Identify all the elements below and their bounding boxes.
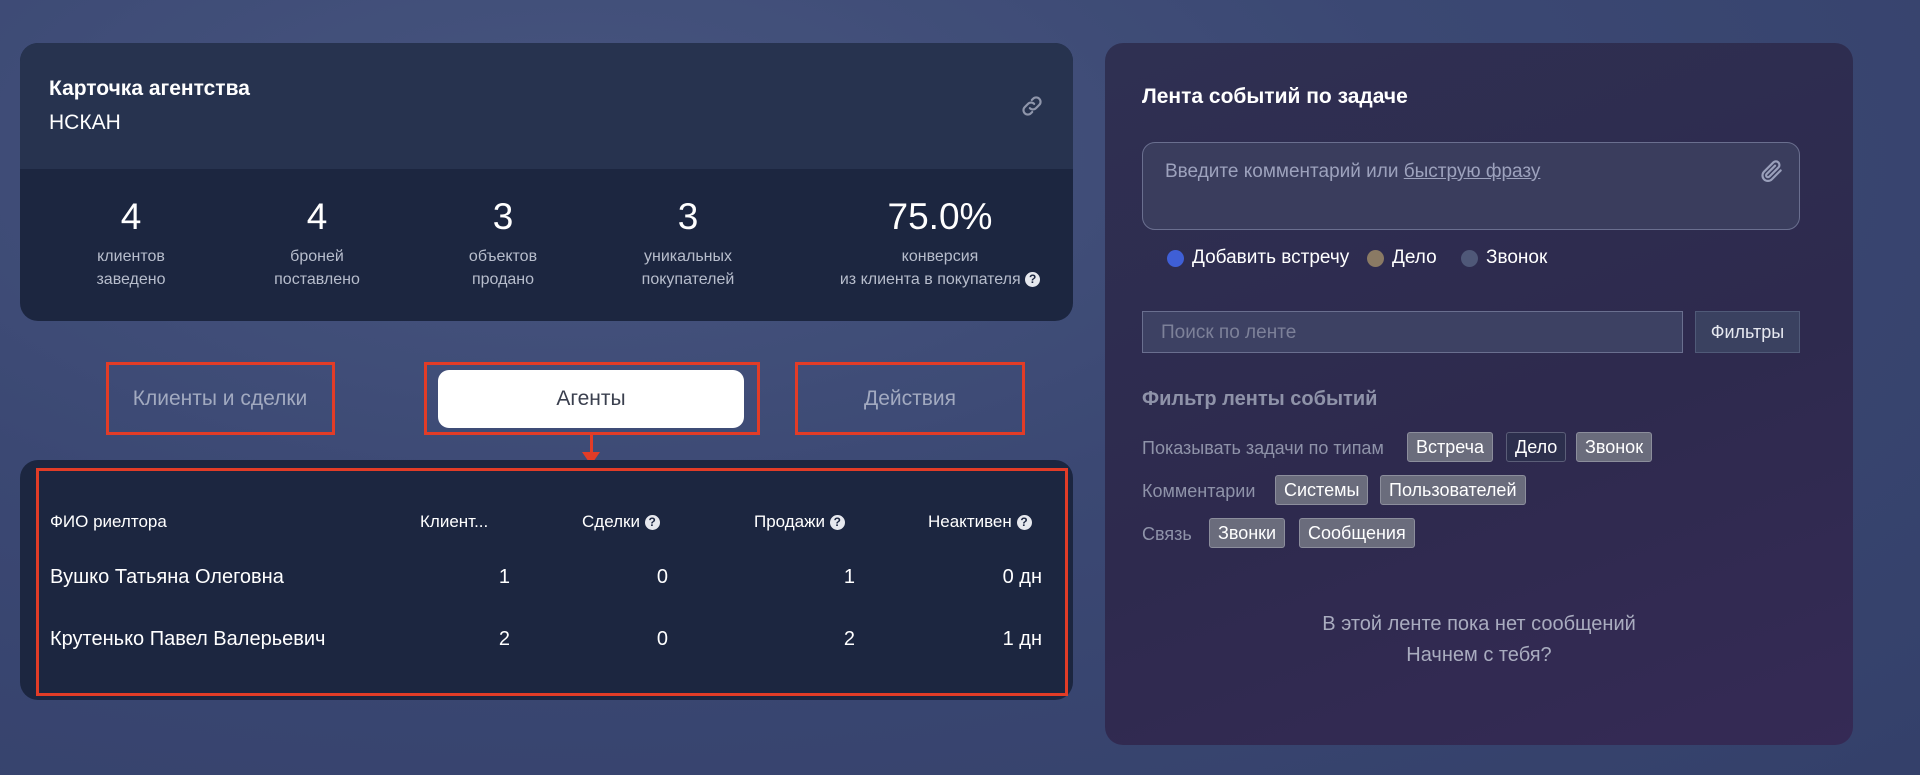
chip-system[interactable]: Системы	[1275, 475, 1369, 505]
help-icon[interactable]: ?	[1025, 272, 1041, 287]
chip-users[interactable]: Пользователей	[1380, 475, 1526, 505]
highlight-box-table	[36, 468, 1068, 696]
chip-calls[interactable]: Звонки	[1209, 518, 1286, 548]
highlight-box-agents	[424, 362, 760, 435]
stat-label: объектов продано	[468, 248, 538, 288]
feed-title: Лента событий по задаче	[1142, 85, 1408, 108]
stat-value: 75.0%	[887, 196, 993, 237]
stat-value: 3	[492, 196, 514, 237]
task-dot-icon	[1367, 249, 1384, 267]
highlight-arrow	[590, 432, 593, 454]
agency-card-header: Карточка агентства НСКАН	[20, 43, 1073, 169]
stat-value: 4	[306, 196, 328, 237]
stat-conversion: 75.0% конверсия из клиента в покупателя ?	[810, 195, 1070, 291]
comment-placeholder: Введите комментарий или быструю фразу	[1165, 161, 1541, 182]
type-label: Дело	[1392, 247, 1437, 268]
stat-value: 4	[120, 196, 142, 237]
stat-label: уникальных покупателей	[641, 248, 735, 288]
stat-value: 3	[677, 196, 699, 237]
agency-name: НСКАН	[49, 111, 121, 134]
filter-task-types-label: Показывать задачи по типам	[1142, 438, 1384, 458]
chip-messages[interactable]: Сообщения	[1299, 518, 1415, 548]
feed-search-input[interactable]: Поиск по ленте	[1142, 311, 1683, 353]
agency-stats: 4 клиентов заведено 4 броней поставлено 3 …	[20, 169, 1073, 321]
chip-call[interactable]: Звонок	[1576, 432, 1653, 462]
type-label: Звонок	[1486, 247, 1548, 268]
paperclip-icon[interactable]	[1759, 157, 1785, 185]
type-call[interactable]: Звонок	[1461, 247, 1547, 269]
call-dot-icon	[1461, 249, 1478, 267]
empty-feed-message: В этой ленте пока нет сообщений	[1322, 613, 1636, 635]
agency-card-title: Карточка агентства	[49, 77, 250, 100]
filters-button[interactable]: Фильтры	[1695, 311, 1800, 353]
chip-meeting[interactable]: Встреча	[1407, 432, 1494, 462]
event-feed-panel: Лента событий по задаче Введите коммента…	[1105, 43, 1853, 745]
highlight-box-clients	[106, 362, 335, 435]
stat-label: клиентов заведено	[96, 248, 166, 288]
highlight-box-actions	[795, 362, 1025, 435]
type-task[interactable]: Дело	[1367, 247, 1437, 269]
empty-feed-prompt: Начнем с тебя?	[1406, 644, 1552, 666]
stat-clients: 4 клиентов заведено	[61, 195, 201, 291]
link-icon[interactable]	[1019, 93, 1045, 119]
meeting-dot-icon	[1167, 249, 1184, 267]
stat-label: броней поставлено	[274, 248, 360, 288]
stat-unique-buyers: 3 уникальных покупателей	[618, 195, 758, 291]
agency-card: Карточка агентства НСКАН 4 клиентов завед…	[20, 43, 1073, 321]
stat-bookings: 4 броней поставлено	[247, 195, 387, 291]
stat-label: конверсия из клиента в покупателя ?	[810, 245, 1070, 291]
filter-connection-label: Связь	[1142, 524, 1192, 544]
search-placeholder: Поиск по ленте	[1161, 322, 1297, 343]
type-label: Добавить встречу	[1192, 247, 1350, 268]
quick-phrase-link[interactable]: быструю фразу	[1404, 161, 1541, 182]
comment-input[interactable]: Введите комментарий или быструю фразу	[1142, 142, 1800, 230]
filter-heading: Фильтр ленты событий	[1142, 388, 1378, 410]
stat-objects-sold: 3 объектов продано	[433, 195, 573, 291]
type-add-meeting[interactable]: Добавить встречу	[1167, 247, 1349, 269]
chip-task[interactable]: Дело	[1506, 432, 1567, 462]
filter-comments-label: Комментарии	[1142, 481, 1256, 501]
